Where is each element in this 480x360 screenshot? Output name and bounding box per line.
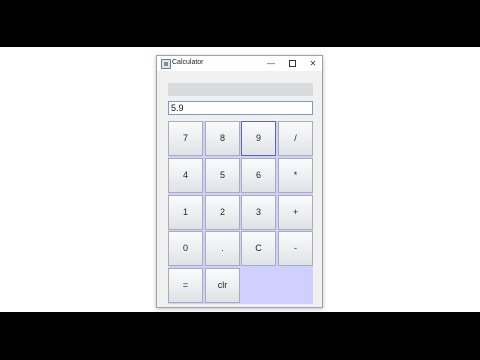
key-5[interactable]: 5 [205, 158, 240, 193]
key-6[interactable]: 6 [241, 158, 276, 193]
calculator-window: Calculator — ✕ 5.9 7 8 9/ 4 5 6 * 1 2 3 +0. C - = clr [156, 55, 323, 308]
key-2[interactable]: 2 [205, 195, 240, 230]
key-7[interactable]: 7 [168, 121, 203, 156]
close-button[interactable]: ✕ [303, 56, 323, 71]
key-clear-entry[interactable]: C [241, 231, 276, 266]
key-decimal[interactable]: . [205, 231, 240, 266]
key-9[interactable]: 9 [241, 121, 276, 156]
minimize-button[interactable]: — [261, 56, 281, 71]
title-bar[interactable]: Calculator — ✕ [157, 56, 322, 71]
key-0[interactable]: 0 [168, 231, 203, 266]
key-multiply[interactable]: * [278, 158, 313, 193]
key-clear-all[interactable]: clr [205, 268, 240, 303]
maximize-icon [288, 60, 296, 68]
key-4[interactable]: 4 [168, 158, 203, 193]
menu-strip [168, 83, 313, 96]
key-3[interactable]: 3 [241, 195, 276, 230]
key-8[interactable]: 8 [205, 121, 240, 156]
window-title: Calculator [172, 59, 204, 66]
key-plus[interactable]: + [278, 195, 313, 230]
maximize-button[interactable] [282, 56, 302, 71]
calculator-app-icon [161, 59, 171, 69]
keypad: 7 8 9/ 4 5 6 * 1 2 3 +0. C - = clr [168, 121, 313, 304]
key-divide[interactable]: / [278, 121, 313, 156]
key-1[interactable]: 1 [168, 195, 203, 230]
key-minus[interactable]: - [278, 231, 313, 266]
key-equals[interactable]: = [168, 268, 203, 303]
display-field[interactable]: 5.9 [168, 101, 313, 115]
